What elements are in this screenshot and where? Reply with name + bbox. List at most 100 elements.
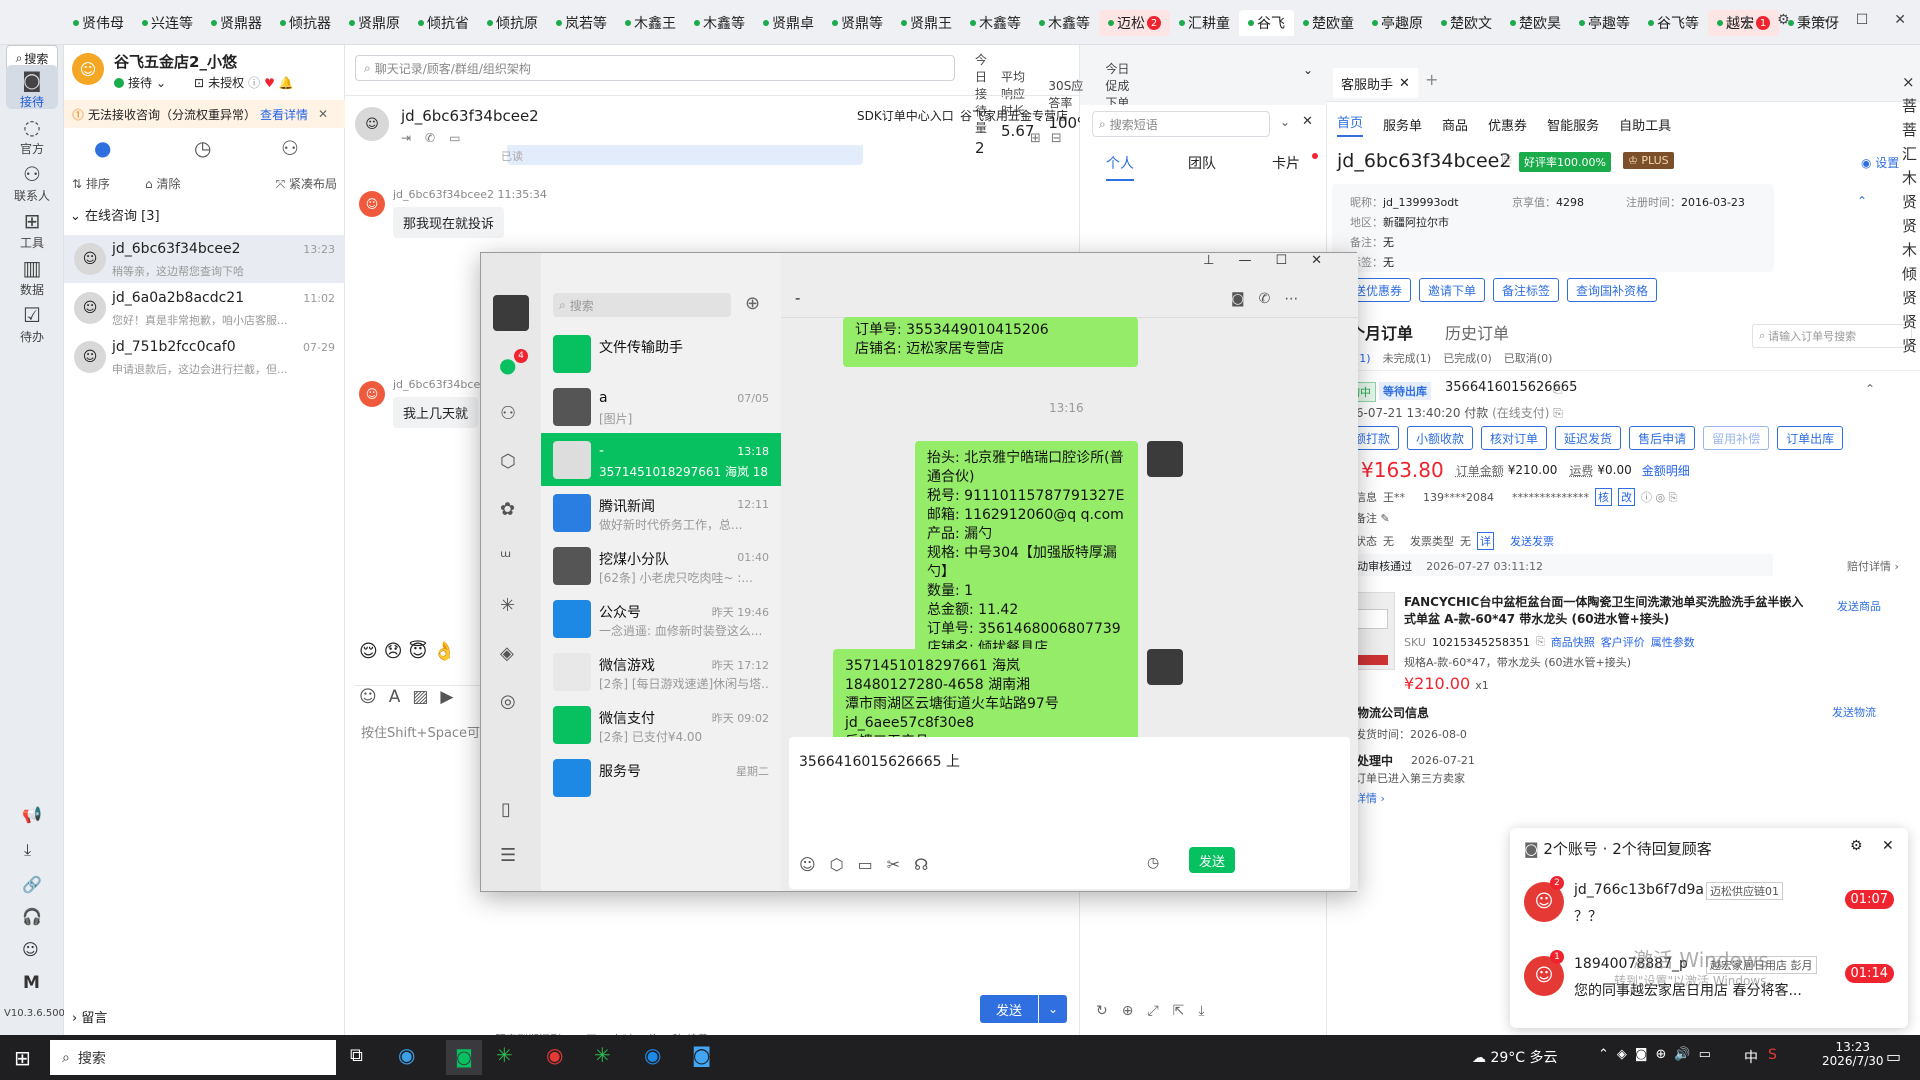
send-logistics-link[interactable]: 发送物流 — [1832, 704, 1876, 720]
ime-indicator[interactable]: 中 — [1744, 1047, 1758, 1067]
shop-tab[interactable]: 谷飞 — [1239, 10, 1294, 36]
conversation-item[interactable]: ☺ jd_6bc63f34bcee2 13:23 稍等亲，这边帮您查询下哈 — [64, 235, 345, 283]
filter-pending[interactable]: 未完成(1) — [1383, 350, 1432, 366]
shop-tab[interactable]: 岚若等 — [547, 10, 616, 36]
input-toolbar-icons[interactable]: ☺A▨▶ — [359, 687, 466, 707]
clock[interactable]: 13:23 2026/7/30 — [1822, 1040, 1884, 1068]
shop-tab[interactable]: 贤伟母 — [64, 10, 133, 36]
settings-icon[interactable]: ⚙ — [1777, 12, 1790, 28]
customer-action-button[interactable]: 邀请下单 — [1419, 278, 1486, 302]
layout-button[interactable]: ⤧ 紧凑布局 — [276, 175, 337, 192]
shop-tab[interactable]: 兴连等 — [133, 10, 202, 36]
collapse-icon[interactable]: ⌃ — [1865, 382, 1875, 396]
history-icon[interactable]: ◷ — [1147, 855, 1159, 871]
shop-tab[interactable]: 木鑫等 — [685, 10, 754, 36]
collapse-icon[interactable]: ⌃ — [1857, 194, 1867, 208]
shop-tab[interactable]: 贤鼎器 — [202, 10, 271, 36]
settings-link[interactable]: ◉ 设置 — [1861, 154, 1899, 171]
amount-detail-link[interactable]: 金额明细 — [1642, 462, 1690, 479]
wechat-taskbar-icon[interactable]: ◙ — [446, 1040, 482, 1075]
bot-icon[interactable]: ☺ — [22, 940, 39, 959]
order-action-button[interactable]: 留用补偿 — [1703, 426, 1770, 450]
customer-action-button[interactable]: 查询国补资格 — [1567, 278, 1658, 302]
order-action-button[interactable]: 延迟发货 — [1555, 426, 1622, 450]
nav-tab[interactable]: 商品 — [1442, 115, 1468, 134]
stats-expand-icon[interactable]: ⌄ — [1303, 63, 1313, 77]
wechat-chat-item[interactable]: -13:18 3571451018297661 海岚 18... — [541, 433, 781, 486]
close-icon[interactable]: ✕ — [1399, 76, 1410, 91]
group-tab-icon[interactable]: ⚇ — [281, 136, 299, 160]
product-snapshot-link[interactable]: 商品快照 — [1551, 634, 1595, 650]
status-selector[interactable]: 接待 ⌄ — [114, 74, 166, 91]
order-action-button[interactable]: 售后申请 — [1629, 426, 1696, 450]
wechat-chat-item[interactable]: 腾讯新闻 12:11 做好新时代侨务工作，总... — [541, 486, 781, 539]
favorites-icon[interactable]: ⬡ — [500, 451, 516, 472]
conversation-item[interactable]: ☺ jd_751b2fcc0caf0 07-29 申请退款后，这边会进行拦截，但... — [64, 333, 345, 381]
filter-done[interactable]: 已完成(0) — [1443, 350, 1492, 366]
leave-message-section[interactable]: › 留言 — [72, 1007, 107, 1026]
edge-icon[interactable]: ◉ — [398, 1043, 415, 1067]
pending-customer-item[interactable]: ☺ 2 jd_766c13b6f7d9a 迈松供应链01？？ 01:07 — [1510, 874, 1908, 944]
shop-tab[interactable]: 汇耕童 — [1170, 10, 1239, 36]
detail-icon[interactable]: 详 — [1477, 532, 1494, 550]
popup-settings-icon[interactable]: ⚙ — [1850, 838, 1863, 854]
wechat-chat-item[interactable]: a 07/05 [图片] — [541, 380, 781, 433]
nav-chat[interactable]: ◙ 接待 — [6, 65, 58, 109]
shop-tab[interactable]: 楚欧文 — [1432, 10, 1501, 36]
attributes-link[interactable]: 属性参数 — [1651, 634, 1695, 650]
nav-tab[interactable]: 首页 — [1337, 112, 1364, 137]
order-action-button[interactable]: 订单出库 — [1777, 426, 1844, 450]
shop-tab[interactable]: 亭趣原 — [1363, 10, 1432, 36]
sort-button[interactable]: ⇅ 排序 — [72, 175, 110, 192]
edit-address-icon[interactable]: 改 — [1618, 488, 1635, 506]
minimize-icon[interactable]: — — [1816, 12, 1830, 28]
send-button[interactable]: 发送 — [980, 995, 1038, 1023]
moments-icon[interactable]: ✿ — [500, 499, 515, 520]
headset-icon[interactable]: 🎧 — [22, 907, 42, 926]
global-search-input[interactable]: ⌕ 聊天记录/顾客/群组/组织架构 — [355, 55, 955, 81]
shop-tab[interactable]: 贤鼎卓 — [754, 10, 823, 36]
maximize-icon[interactable]: ☐ — [1856, 12, 1869, 28]
conversation-item[interactable]: ☺ jd_6a0a2b8acdc21 11:02 您好！真是非常抱歉，咱小店客服... — [64, 284, 345, 332]
verify-icon[interactable]: 核 — [1595, 488, 1612, 506]
wechat-chat-item[interactable]: 文件传输助手 — [541, 327, 781, 380]
phrase-tool-icons[interactable]: ↻⊕⤢⇱⤓ — [1096, 1003, 1219, 1019]
app-star-icon[interactable]: ✳ — [594, 1043, 611, 1067]
app-s-icon[interactable]: S — [1768, 1047, 1777, 1063]
conversation-tab-icon[interactable]: ● — [94, 136, 111, 160]
wechat-input-tools[interactable]: ☺⬡▭✂☊ — [799, 855, 942, 874]
wechat-chat-item[interactable]: 服务号 星期二 — [541, 751, 781, 804]
weather[interactable]: ☁ 29°C 多云 — [1472, 1047, 1558, 1067]
tab-team[interactable]: 团队 — [1188, 153, 1216, 173]
wechat-input-box[interactable]: 3566416015626665 上 ☺⬡▭✂☊ ◷ 发送 — [789, 737, 1350, 889]
add-tab-icon[interactable]: + — [1425, 70, 1438, 89]
tab-personal[interactable]: 个人 — [1106, 153, 1134, 181]
m-logo-icon[interactable]: M — [23, 973, 40, 993]
wechat-send-button[interactable]: 发送 — [1189, 847, 1235, 873]
nav-todo[interactable]: ☑ 待办 — [6, 300, 58, 344]
nav-tab[interactable]: 服务单 — [1383, 115, 1422, 134]
add-chat-icon[interactable]: ⊕ — [745, 293, 760, 314]
send-options-icon[interactable]: ⌄ — [1039, 995, 1067, 1023]
send-invoice-link[interactable]: 发送发票 — [1510, 533, 1554, 549]
panel-close-icon[interactable]: ✕ — [1302, 114, 1313, 129]
nav-grid[interactable]: ⊞ 工具 — [6, 206, 58, 250]
copy-icon[interactable]: ⎘ — [1553, 382, 1563, 397]
wechat-window-controls[interactable]: ⊥—☐✕ — [1203, 253, 1346, 268]
chat-tool-icons[interactable]: ⊞⊟ — [1030, 131, 1072, 146]
product-title[interactable]: FANCYCHIC台中盆柜盆台面一体陶瓷卫生间洗漱池单买洗脸洗手盆半嵌入式单盆 … — [1404, 594, 1814, 628]
wechat-chat-item[interactable]: 公众号 昨天 19:46 一念逍遥: 血修新时装登这么... — [541, 592, 781, 645]
tab-card[interactable]: 卡片 — [1272, 153, 1300, 173]
filter-cancelled[interactable]: 已取消(0) — [1504, 350, 1553, 366]
nav-message[interactable]: ◌ 官方 — [6, 112, 58, 156]
order-action-button[interactable]: 小额收款 — [1407, 426, 1474, 450]
nav-tab[interactable]: 自助工具 — [1619, 115, 1671, 134]
online-consult-header[interactable]: ⌄ 在线咨询 [3] — [70, 205, 160, 224]
history-tab-icon[interactable]: ◷ — [194, 136, 211, 160]
task-view-icon[interactable]: ⧉ — [350, 1045, 363, 1066]
shop-tab[interactable]: 谷飞等 — [1639, 10, 1708, 36]
wechat-chat-item[interactable]: 微信游戏 昨天 17:12 [2条] [每日游戏速递]休闲与塔... — [541, 645, 781, 698]
tab-history-orders[interactable]: 历史订单 — [1445, 320, 1509, 344]
link-icon[interactable]: 🔗 — [22, 875, 42, 894]
shop-tab[interactable]: 木鑫等 — [961, 10, 1030, 36]
